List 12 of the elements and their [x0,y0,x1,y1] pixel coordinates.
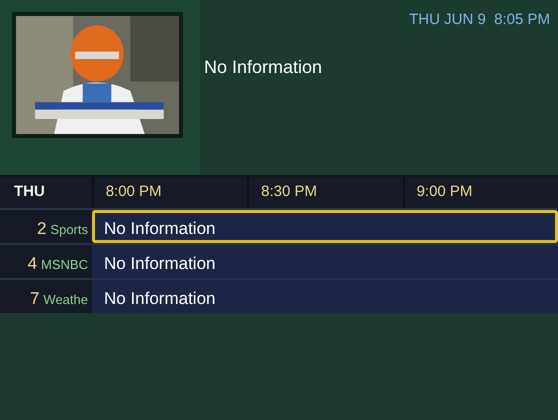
channel-name: Weathe [43,291,88,309]
channel-name: MSNBC [41,256,88,274]
program-cell[interactable]: No Information [92,245,558,278]
program-cell[interactable]: No Information [92,280,558,313]
program-cell[interactable]: No Information [92,210,558,243]
channel-number: 7 [30,288,40,310]
channel-name: Sports [50,221,88,239]
program-title: No Information [203,56,324,78]
channel-number: 2 [36,218,46,240]
channel-number: 4 [28,253,38,275]
day-label: THU [13,182,46,202]
date-time: THU JUN 9 8:05 PM [408,10,551,30]
